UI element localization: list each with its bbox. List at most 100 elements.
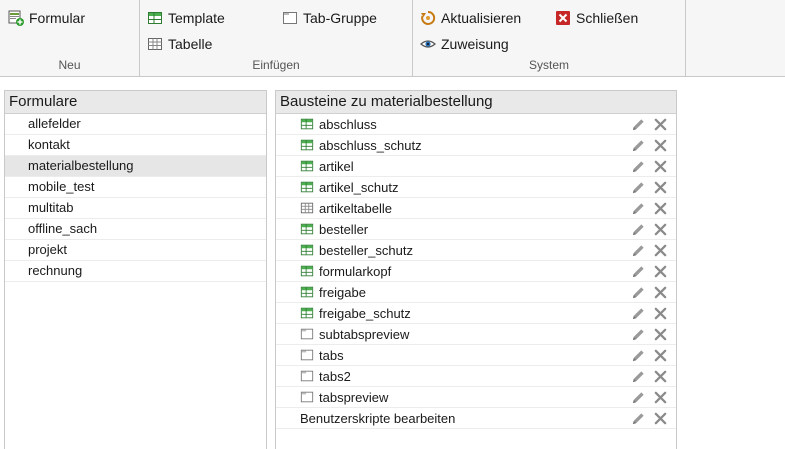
refresh-label: Aktualisieren — [441, 10, 522, 26]
form-list-item[interactable]: kontakt — [5, 135, 266, 156]
component-list-item-label: tabs — [319, 347, 344, 363]
tab-group-icon — [300, 369, 314, 383]
form-list-item[interactable]: multitab — [5, 198, 266, 219]
edit-pencil-icon[interactable] — [631, 222, 646, 237]
component-list-item-label: artikeltabelle — [319, 200, 392, 216]
component-list-item[interactable]: abschluss — [276, 114, 676, 135]
delete-x-icon[interactable] — [653, 306, 668, 321]
delete-x-icon[interactable] — [653, 180, 668, 195]
component-list-item-label: artikel_schutz — [319, 179, 399, 195]
table-icon — [300, 201, 314, 215]
ribbon-group-einfuegen: Template Tabelle Tab-Gruppe Einfügen — [140, 0, 413, 76]
form-list-item-label: kontakt — [28, 137, 70, 152]
edit-pencil-icon[interactable] — [631, 348, 646, 363]
edit-pencil-icon[interactable] — [631, 201, 646, 216]
edit-pencil-icon[interactable] — [631, 180, 646, 195]
ribbon-group-neu: Formular Neu — [0, 0, 140, 76]
delete-x-icon[interactable] — [653, 369, 668, 384]
delete-x-icon[interactable] — [653, 390, 668, 405]
edit-pencil-icon[interactable] — [631, 243, 646, 258]
edit-pencil-icon[interactable] — [631, 327, 646, 342]
edit-pencil-icon[interactable] — [631, 159, 646, 174]
form-list-item[interactable]: offline_sach — [5, 219, 266, 240]
component-list-item[interactable]: subtabspreview — [276, 324, 676, 345]
insert-tab-group-button[interactable]: Tab-Gruppe — [282, 8, 377, 28]
component-list-item[interactable]: artikeltabelle — [276, 198, 676, 219]
delete-x-icon[interactable] — [653, 264, 668, 279]
component-list-item[interactable]: tabs — [276, 345, 676, 366]
component-list-item[interactable]: artikel — [276, 156, 676, 177]
component-list-item[interactable]: tabs2 — [276, 366, 676, 387]
form-list-item-label: rechnung — [28, 263, 83, 278]
component-list-item-label: subtabspreview — [319, 326, 410, 342]
group-caption-system: System — [528, 58, 569, 72]
delete-x-icon[interactable] — [653, 222, 668, 237]
eye-icon — [420, 36, 436, 52]
form-list-item-label: mobile_test — [28, 179, 95, 194]
delete-x-icon[interactable] — [653, 243, 668, 258]
refresh-button[interactable]: Aktualisieren — [420, 8, 521, 28]
components-panel-title: Bausteine zu materialbestellung — [276, 91, 676, 114]
template-icon — [300, 159, 314, 173]
delete-x-icon[interactable] — [653, 285, 668, 300]
component-list-item-label: abschluss — [319, 116, 377, 132]
edit-pencil-icon[interactable] — [631, 117, 646, 132]
form-list-item-label: multitab — [28, 200, 74, 215]
edit-user-scripts-item[interactable]: Benutzerskripte bearbeiten — [276, 408, 676, 429]
form-list-item-label: offline_sach — [28, 221, 98, 236]
form-list-item[interactable]: materialbestellung — [5, 156, 266, 177]
delete-x-icon[interactable] — [653, 411, 668, 426]
edit-pencil-icon[interactable] — [631, 138, 646, 153]
delete-x-icon[interactable] — [653, 201, 668, 216]
component-list-item[interactable]: besteller_schutz — [276, 240, 676, 261]
component-list-item[interactable]: besteller — [276, 219, 676, 240]
form-list-item[interactable]: allefelder — [5, 114, 266, 135]
component-list-item[interactable]: artikel_schutz — [276, 177, 676, 198]
component-list-item[interactable]: formularkopf — [276, 261, 676, 282]
form-list-item[interactable]: mobile_test — [5, 177, 266, 198]
component-list-item[interactable]: tabspreview — [276, 387, 676, 408]
table-icon — [147, 36, 163, 52]
close-button[interactable]: Schließen — [555, 8, 638, 28]
template-icon — [147, 10, 163, 26]
form-list-item-label: materialbestellung — [28, 158, 134, 173]
edit-pencil-icon[interactable] — [631, 411, 646, 426]
close-label: Schließen — [576, 10, 639, 26]
delete-x-icon[interactable] — [653, 138, 668, 153]
edit-pencil-icon[interactable] — [631, 285, 646, 300]
insert-template-button[interactable]: Template — [147, 8, 225, 28]
template-icon — [300, 306, 314, 320]
template-icon — [300, 285, 314, 299]
tab-group-icon — [300, 348, 314, 362]
template-icon — [300, 117, 314, 131]
assignment-button[interactable]: Zuweisung — [420, 34, 509, 54]
component-list-item[interactable]: freigabe_schutz — [276, 303, 676, 324]
refresh-icon — [420, 10, 436, 26]
ribbon-group-system: Aktualisieren Zuweisung Schließen System — [413, 0, 686, 76]
insert-table-label: Tabelle — [168, 36, 213, 52]
component-list-item-label: artikel — [319, 158, 354, 174]
form-list-item[interactable]: projekt — [5, 240, 266, 261]
component-list-item-label: abschluss_schutz — [319, 137, 422, 153]
delete-x-icon[interactable] — [653, 327, 668, 342]
component-list-item-label: besteller — [319, 221, 369, 237]
edit-pencil-icon[interactable] — [631, 390, 646, 405]
template-icon — [300, 138, 314, 152]
edit-pencil-icon[interactable] — [631, 369, 646, 384]
group-caption-neu: Neu — [58, 58, 81, 72]
edit-user-scripts-label: Benutzerskripte bearbeiten — [300, 410, 456, 426]
tab-group-icon — [300, 327, 314, 341]
edit-pencil-icon[interactable] — [631, 264, 646, 279]
form-list-item[interactable]: rechnung — [5, 261, 266, 282]
insert-table-button[interactable]: Tabelle — [147, 34, 212, 54]
delete-x-icon[interactable] — [653, 117, 668, 132]
component-list-item[interactable]: freigabe — [276, 282, 676, 303]
template-icon — [300, 180, 314, 194]
edit-pencil-icon[interactable] — [631, 306, 646, 321]
delete-x-icon[interactable] — [653, 159, 668, 174]
new-form-button[interactable]: Formular — [8, 8, 85, 28]
component-list-item[interactable]: abschluss_schutz — [276, 135, 676, 156]
delete-x-icon[interactable] — [653, 348, 668, 363]
template-icon — [300, 264, 314, 278]
assignment-label: Zuweisung — [441, 36, 509, 52]
